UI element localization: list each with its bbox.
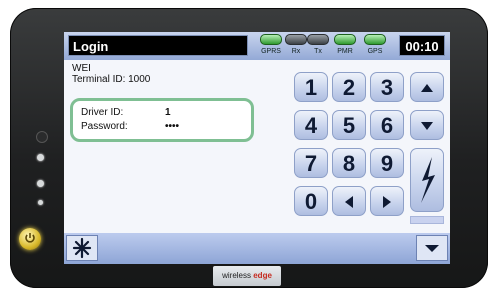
indicator-pmr: PMR [334,34,356,56]
password-field[interactable]: •••• [165,121,179,132]
triangle-up-icon [421,84,433,92]
brand-text-2: edge [253,271,272,280]
key-2[interactable]: 2 [332,72,366,102]
key-5[interactable]: 5 [332,110,366,140]
power-button[interactable] [19,228,41,250]
key-9[interactable]: 9 [370,148,404,178]
up-button[interactable] [410,72,444,102]
gps-lamp-icon [364,34,386,45]
asterisk-star-icon [72,237,92,259]
enter-button[interactable] [410,148,444,212]
key-0[interactable]: 0 [294,186,328,216]
screen: Login GPRS Rx Tx PMR GPS 00:10 WEI Termi… [64,32,450,264]
password-label: Password: [81,121,128,132]
key-6[interactable]: 6 [370,110,404,140]
gprs-lamp-icon [260,34,282,45]
key-7[interactable]: 7 [294,148,328,178]
star-button[interactable] [66,235,98,261]
triangle-down-icon [421,122,433,130]
indicator-gps: GPS [364,34,386,56]
indicator-rx: Rx [285,34,307,56]
page-title: Login [68,35,248,56]
indicator-tx: Tx [307,34,329,56]
key-8[interactable]: 8 [332,148,366,178]
driver-id-label: Driver ID: [81,107,124,118]
menu-down-button[interactable] [416,235,448,261]
pmr-lamp-icon [334,34,356,45]
title-bar: Login GPRS Rx Tx PMR GPS 00:10 [64,32,450,60]
indicator-label: Rx [291,48,301,55]
indicator-label: PMR [337,48,353,55]
credentials-panel: Driver ID: 1 Password: •••• [70,98,254,142]
clock-display: 00:10 [399,35,445,56]
brand-badge: wireless edge [213,266,281,286]
menu-down-icon [425,245,439,252]
key-4[interactable]: 4 [294,110,328,140]
indicator-label: GPRS [261,48,281,55]
arrow-right-icon [383,196,391,208]
down-button[interactable] [410,110,444,140]
indicator-label: Tx [314,48,322,55]
indicator-label: GPS [367,48,383,55]
status-led-3 [38,200,43,205]
right-button[interactable] [370,186,404,216]
status-led-2 [37,180,44,187]
rx-lamp-icon [285,34,307,45]
terminal-info: WEI Terminal ID: 1000 [72,63,150,85]
left-button[interactable] [332,186,366,216]
tx-lamp-icon [307,34,329,45]
power-icon [25,233,35,243]
terminal-id: Terminal ID: 1000 [72,74,151,85]
arrow-left-icon [345,196,353,208]
brand-text-1: wireless [222,271,251,280]
company-name: WEI [72,63,91,74]
status-led-1 [37,154,44,161]
keypad-hint-bar [410,216,444,224]
indicator-gprs: GPRS [260,34,282,56]
key-1[interactable]: 1 [294,72,328,102]
camera-ring [36,131,48,143]
bottom-bar [64,233,450,264]
key-3[interactable]: 3 [370,72,404,102]
driver-id-field[interactable]: 1 [165,107,171,118]
lightning-icon [421,157,435,203]
